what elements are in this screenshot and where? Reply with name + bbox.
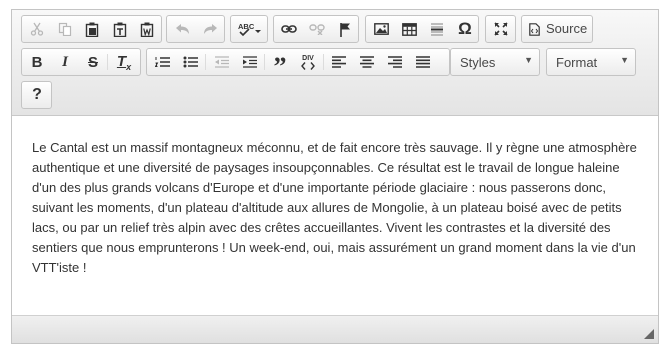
clipboard-group: [21, 15, 162, 43]
separator: [323, 54, 324, 70]
spellcheck-group: ABC: [230, 15, 268, 43]
source-icon: [524, 16, 544, 42]
styles-dropdown[interactable]: Styles ▼: [450, 48, 540, 76]
horizontal-rule-icon[interactable]: [423, 16, 451, 42]
table-icon[interactable]: [395, 16, 423, 42]
align-center-icon[interactable]: [353, 49, 381, 75]
link-icon[interactable]: [275, 16, 303, 42]
separator: [205, 54, 206, 70]
align-justify-icon[interactable]: [409, 49, 437, 75]
basic-styles-group: B I S Tx: [21, 48, 141, 76]
rich-text-editor: ABC Ω Source B I S Tx ” DIV Styles ▼ For…: [11, 9, 659, 344]
format-label: Format: [556, 55, 598, 70]
redo-icon[interactable]: [196, 16, 224, 42]
help-icon: ?: [32, 86, 42, 103]
outdent-icon[interactable]: [207, 49, 235, 75]
paste-text-icon[interactable]: [106, 16, 134, 42]
italic-icon: I: [62, 53, 68, 70]
blockquote-icon: ”: [273, 52, 287, 81]
separator: [264, 54, 265, 70]
strike-button[interactable]: S: [79, 49, 107, 75]
anchor-icon[interactable]: [331, 16, 359, 42]
blockquote-button[interactable]: ”: [266, 49, 294, 81]
paste-word-icon[interactable]: [133, 16, 161, 42]
insert-group: Ω: [365, 15, 479, 43]
special-char-icon[interactable]: Ω: [451, 16, 479, 42]
resize-handle-icon[interactable]: [644, 329, 654, 339]
unlink-icon[interactable]: [303, 16, 331, 42]
italic-button[interactable]: I: [51, 49, 79, 75]
source-button[interactable]: Source: [521, 15, 593, 43]
editor-content[interactable]: Le Cantal est un massif montagneux mécon…: [12, 116, 658, 316]
create-div-button[interactable]: DIV: [294, 49, 322, 75]
align-left-icon[interactable]: [325, 49, 353, 75]
remove-format-button[interactable]: Tx: [110, 49, 138, 75]
strikethrough-icon: S: [87, 53, 98, 71]
copy-icon[interactable]: [51, 16, 79, 42]
paste-icon[interactable]: [78, 16, 106, 42]
align-right-icon[interactable]: [381, 49, 409, 75]
chevron-down-icon: ▼: [524, 55, 533, 65]
editor-toolbar: ABC Ω Source B I S Tx ” DIV Styles ▼ For…: [12, 10, 658, 116]
maximize-group: [485, 15, 516, 43]
undo-icon[interactable]: [168, 16, 196, 42]
bulleted-list-icon[interactable]: [176, 49, 204, 75]
editor-footer: [12, 315, 658, 343]
help-group: ?: [21, 81, 52, 109]
paragraph-group: ” DIV: [146, 48, 450, 81]
special-char-glyph: Ω: [458, 19, 472, 38]
help-button[interactable]: ?: [23, 82, 51, 108]
image-icon[interactable]: [367, 16, 395, 42]
source-label: Source: [546, 21, 588, 36]
format-dropdown[interactable]: Format ▼: [546, 48, 636, 76]
separator: [107, 54, 108, 70]
remove-format-icon: Tx: [116, 52, 132, 72]
svg-text:ABC: ABC: [238, 22, 255, 31]
bold-icon: B: [31, 53, 43, 71]
cut-icon[interactable]: [23, 16, 51, 42]
chevron-down-icon: ▼: [620, 55, 629, 65]
indent-icon[interactable]: [235, 49, 263, 75]
content-paragraph[interactable]: Le Cantal est un massif montagneux mécon…: [32, 138, 644, 278]
maximize-icon[interactable]: [487, 16, 515, 42]
history-group: [166, 15, 225, 43]
bold-button[interactable]: B: [23, 49, 51, 75]
links-group: [273, 15, 359, 43]
numbered-list-icon[interactable]: [148, 49, 176, 75]
spellcheck-icon[interactable]: ABC: [232, 16, 268, 42]
styles-label: Styles: [460, 55, 496, 70]
create-div-icon: DIV: [301, 55, 315, 70]
